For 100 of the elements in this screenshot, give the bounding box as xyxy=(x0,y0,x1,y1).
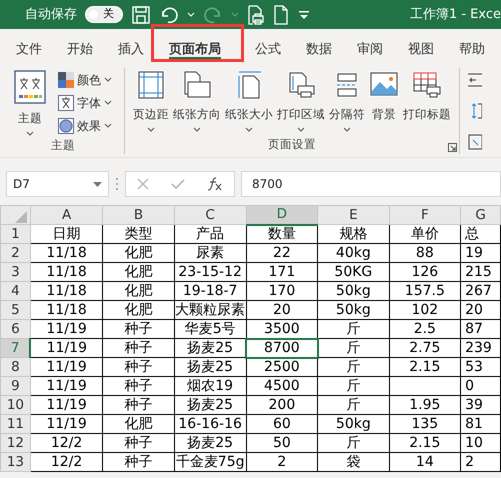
table-cell: 单价 xyxy=(389,224,461,244)
row-header[interactable]: 4 xyxy=(0,282,30,300)
column-header[interactable]: A xyxy=(30,206,103,224)
insert-function-icon[interactable] xyxy=(207,177,223,191)
table-cell: 239 xyxy=(460,338,500,358)
row-header[interactable]: 1 xyxy=(0,224,30,244)
row-header[interactable]: 5 xyxy=(0,300,30,320)
ribbon-button[interactable]: 字体 xyxy=(56,92,114,113)
ribbon-tab[interactable]: 数据 xyxy=(298,29,340,65)
ribbon-icon[interactable] xyxy=(468,72,482,88)
column-header[interactable]: E xyxy=(318,206,390,224)
table-cell: 11/19 xyxy=(30,376,103,396)
row-header[interactable]: 12 xyxy=(0,434,30,452)
column-header[interactable]: C xyxy=(174,206,246,224)
ribbon-button[interactable]: 背景 xyxy=(367,68,401,136)
ribbon-button[interactable]: 分隔符 xyxy=(327,68,367,136)
ribbon-tab[interactable]: 插入 xyxy=(110,29,152,65)
table-cell: 规格 xyxy=(318,224,390,244)
table-cell: 种子 xyxy=(102,452,174,472)
formula-input[interactable]: 8700 xyxy=(241,171,501,197)
undo-icon[interactable] xyxy=(159,4,179,24)
table-cell: 化肥 xyxy=(102,282,174,300)
group-label: 主题 xyxy=(50,137,76,154)
enter-check-icon[interactable] xyxy=(171,178,185,190)
group-label: 页面设置 xyxy=(267,136,317,153)
table-cell: 斤 xyxy=(318,320,390,338)
dropdown-arrow-icon[interactable] xyxy=(93,182,102,186)
table-cell: 种子 xyxy=(102,320,174,338)
table-cell: 20 xyxy=(460,300,500,320)
save-icon[interactable] xyxy=(131,4,151,24)
column-header[interactable]: B xyxy=(102,206,174,224)
table-cell: 数量 xyxy=(246,224,318,244)
column-header[interactable]: D xyxy=(246,206,318,224)
caret-icon xyxy=(104,100,112,106)
customize-toolbar-icon[interactable] xyxy=(297,8,311,20)
ribbon-button[interactable]: 效果 xyxy=(56,116,114,136)
table-cell: 袋 xyxy=(318,452,390,472)
print-preview-icon[interactable] xyxy=(247,4,265,24)
row-header[interactable]: 8 xyxy=(0,358,30,376)
ribbon-tab[interactable]: 帮助 xyxy=(451,29,493,65)
row-header[interactable]: 13 xyxy=(0,452,30,472)
row-header[interactable]: 9 xyxy=(0,376,30,396)
autosave-toggle[interactable]: 关 xyxy=(85,6,123,23)
ribbon-button[interactable]: 页边距 xyxy=(131,68,171,136)
table-cell: 斤 xyxy=(318,338,390,358)
table-cell: 12/2 xyxy=(30,434,103,452)
ribbon-tab[interactable]: 页面布局 xyxy=(161,29,229,65)
table-cell: 11/18 xyxy=(30,300,103,320)
table-cell: 126 xyxy=(389,262,461,282)
table-cell: 11/19 xyxy=(30,320,103,338)
caret-icon xyxy=(104,76,112,83)
table-cell: 扬麦25 xyxy=(174,338,246,358)
new-document-icon[interactable] xyxy=(273,4,289,24)
table-cell: 种子 xyxy=(102,376,174,396)
caret-icon xyxy=(231,12,239,18)
ribbon-button[interactable]: 主题 xyxy=(12,68,48,138)
table-cell: 化肥 xyxy=(102,414,174,434)
table-cell: 斤 xyxy=(318,396,390,414)
table-cell: 千金麦75g xyxy=(174,452,246,472)
row-header[interactable]: 11 xyxy=(0,414,30,434)
table-cell: 8700 xyxy=(246,338,318,358)
name-box[interactable]: D7 xyxy=(6,171,109,197)
ribbon-button[interactable]: 打印区域 xyxy=(275,68,327,136)
ribbon-button[interactable]: 打印标题 xyxy=(401,68,453,136)
ribbon-tab[interactable]: 视图 xyxy=(400,29,442,65)
table-cell: 尿素 xyxy=(174,244,246,262)
table-cell: 87 xyxy=(460,320,500,338)
row-header[interactable]: 10 xyxy=(0,396,30,414)
ribbon-icon[interactable] xyxy=(468,134,482,150)
ribbon-tab[interactable]: 审阅 xyxy=(349,29,391,65)
ribbon-button[interactable]: 纸张方向 xyxy=(171,68,223,136)
effects-icon xyxy=(58,118,74,134)
table-cell: 23-15-12 xyxy=(174,262,246,282)
table-cell: 81 xyxy=(460,414,500,434)
row-header[interactable]: 2 xyxy=(0,244,30,262)
row-header[interactable]: 7 xyxy=(0,338,30,358)
column-header[interactable]: F xyxy=(389,206,461,224)
table-cell: 135 xyxy=(389,414,461,434)
ribbon-button[interactable]: 纸张大小 xyxy=(223,68,275,136)
font-icon xyxy=(58,94,74,111)
table-cell: 267 xyxy=(460,282,500,300)
caret-icon xyxy=(193,127,201,134)
table-cell: 4500 xyxy=(246,376,318,396)
dialog-launcher-icon[interactable] xyxy=(448,143,457,152)
row-header[interactable]: 6 xyxy=(0,320,30,338)
table-cell: 11/18 xyxy=(30,262,103,282)
ribbon-tab[interactable]: 公式 xyxy=(247,29,289,65)
grip-icon xyxy=(115,177,119,191)
ribbon-tab[interactable]: 开始 xyxy=(59,29,101,65)
row-header[interactable]: 3 xyxy=(0,262,30,282)
table-cell: 化肥 xyxy=(102,244,174,262)
table-cell: 2.15 xyxy=(389,434,461,452)
ribbon-button[interactable]: 颜色 xyxy=(56,70,114,90)
caret-icon[interactable] xyxy=(187,12,195,18)
ribbon-tab[interactable]: 文件 xyxy=(8,29,50,65)
table-cell: 2 xyxy=(246,452,318,472)
table-cell: 总 xyxy=(460,224,500,244)
table-cell: 157.5 xyxy=(389,282,461,300)
column-header[interactable]: G xyxy=(460,206,500,224)
table-cell: 11/19 xyxy=(30,338,103,358)
